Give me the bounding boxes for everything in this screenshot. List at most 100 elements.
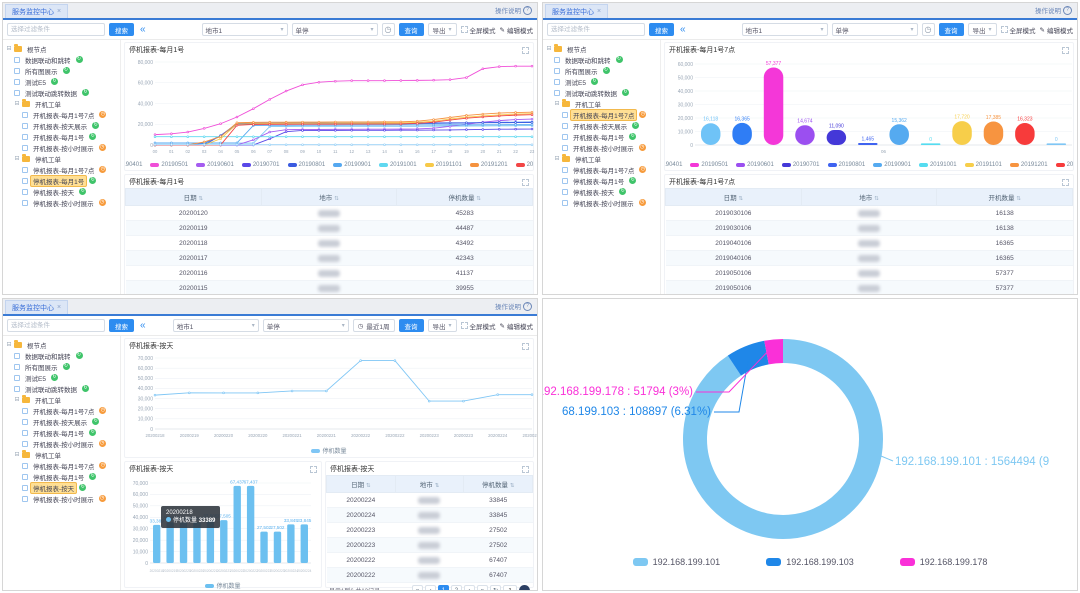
tree-item[interactable]: 所有图展示 ↻ bbox=[546, 65, 660, 76]
tree-item[interactable]: 开机报表-每月1号7点 ◷ bbox=[546, 108, 660, 121]
tree-checkbox[interactable] bbox=[562, 199, 568, 206]
legend-item[interactable]: 20191101 bbox=[964, 162, 1002, 168]
tree-expander-icon[interactable]: ⊟ bbox=[14, 155, 20, 162]
legend-item[interactable]: 20200101 bbox=[1055, 162, 1073, 168]
tree-item[interactable]: ⊟ 开机工单 bbox=[6, 394, 120, 405]
tree-item[interactable]: ⊟ 停机工单 bbox=[6, 449, 120, 460]
legend-item[interactable]: 20190901 bbox=[333, 162, 371, 168]
table-row[interactable]: 20200224 33845 bbox=[326, 492, 533, 508]
legend-item[interactable]: 20190601 bbox=[736, 162, 774, 168]
table-row[interactable]: 2019040106 16365 bbox=[665, 250, 1073, 266]
sort-icon[interactable]: ⇅ bbox=[738, 196, 743, 202]
tree-item[interactable]: 开机报表-每月1号7点 ◷ bbox=[6, 405, 120, 416]
tree-item[interactable]: 停机报表-每月1号7点 ◷ bbox=[6, 164, 120, 175]
table-row[interactable]: 20200222 67407 bbox=[326, 552, 533, 568]
tree-expander-icon[interactable]: ⊟ bbox=[14, 396, 20, 403]
expand-chart-icon[interactable] bbox=[310, 465, 317, 473]
close-icon[interactable]: × bbox=[57, 8, 61, 15]
tree-item[interactable]: 所有图展示 ↻ bbox=[6, 361, 120, 372]
column-header[interactable]: 开机数量 ⇅ bbox=[936, 188, 1073, 206]
legend-item[interactable]: 20190701 bbox=[781, 162, 820, 168]
city-select[interactable]: 地市1 ▾ bbox=[172, 319, 259, 332]
sort-icon[interactable]: ⇅ bbox=[366, 483, 371, 489]
sort-icon[interactable]: ⇅ bbox=[476, 196, 481, 202]
type-select[interactable]: 单停 ▾ bbox=[291, 23, 378, 36]
table-row[interactable]: 20200118 43492 bbox=[125, 235, 533, 251]
tree-checkbox[interactable] bbox=[562, 177, 568, 184]
tree-item[interactable]: 停机报表-每月1号7点 ◷ bbox=[6, 460, 120, 471]
tree-checkbox[interactable] bbox=[22, 429, 28, 436]
tree-item[interactable]: 停机报表-每月1号 ↻ bbox=[546, 175, 660, 186]
city-select[interactable]: 地市1 ▾ bbox=[741, 23, 828, 36]
filter-input[interactable] bbox=[547, 23, 645, 36]
tree-item[interactable]: 停机报表-按天 ↻ bbox=[546, 186, 660, 197]
table-row[interactable]: 2019050106 57377 bbox=[665, 265, 1073, 281]
page-button[interactable]: « bbox=[411, 585, 423, 590]
legend-item[interactable]: 20190801 bbox=[287, 162, 325, 168]
tree-item[interactable]: 停机报表-按天 ↻ bbox=[6, 481, 120, 494]
table-row[interactable]: 20200120 45283 bbox=[125, 205, 533, 221]
table-row[interactable]: 20200223 27502 bbox=[326, 522, 533, 538]
legend-item[interactable]: 20191001 bbox=[378, 162, 417, 168]
table-row[interactable]: 2019030106 16138 bbox=[665, 205, 1073, 221]
tree-checkbox[interactable] bbox=[22, 407, 28, 414]
tree-checkbox[interactable] bbox=[22, 484, 28, 491]
legend-item[interactable]: 192.168.199.101 bbox=[632, 557, 720, 567]
edit-mode-button[interactable]: ✎ 编辑模式 bbox=[1040, 25, 1073, 35]
tree-checkbox[interactable] bbox=[562, 188, 568, 195]
tree-checkbox[interactable] bbox=[22, 133, 28, 140]
collapse-sidebar-icon[interactable]: « bbox=[680, 24, 686, 35]
tree-item[interactable]: 数据联动和跳转 ↻ bbox=[546, 54, 660, 65]
tree-checkbox[interactable] bbox=[14, 385, 20, 392]
page-button[interactable]: › bbox=[463, 585, 475, 590]
query-button[interactable]: 查询 bbox=[398, 319, 424, 332]
tree-checkbox[interactable] bbox=[22, 122, 28, 129]
tree-checkbox[interactable] bbox=[562, 166, 568, 173]
legend-item[interactable]: 20190801 bbox=[827, 162, 865, 168]
tree-item[interactable]: ⊟ 开机工单 bbox=[546, 98, 660, 109]
column-header[interactable]: 停机数量 ⇅ bbox=[463, 475, 533, 493]
column-header[interactable]: 停机数量 ⇅ bbox=[396, 188, 533, 206]
edit-mode-button[interactable]: ✎ 编辑模式 bbox=[500, 25, 533, 35]
tree-checkbox[interactable] bbox=[22, 188, 28, 195]
tree-checkbox[interactable] bbox=[562, 122, 568, 129]
column-header[interactable]: 日期 ⇅ bbox=[665, 188, 802, 206]
tab-service-monitor-center[interactable]: 服务监控中心 × bbox=[5, 300, 69, 314]
tree-item[interactable]: 开机报表-按小时展示 ◷ bbox=[6, 142, 120, 153]
tree-checkbox[interactable] bbox=[554, 78, 560, 85]
tree-checkbox[interactable] bbox=[554, 67, 560, 74]
tree-checkbox[interactable] bbox=[22, 111, 28, 118]
table-row[interactable]: 20200119 44487 bbox=[125, 220, 533, 236]
expand-chart-icon[interactable] bbox=[522, 46, 529, 54]
query-button[interactable]: 查询 bbox=[398, 23, 424, 36]
export-button[interactable]: 导出 ▾ bbox=[427, 23, 457, 36]
sort-icon[interactable]: ⇅ bbox=[874, 196, 879, 202]
legend-item[interactable]: 20191201 bbox=[1009, 162, 1048, 168]
tree-item[interactable]: 开机报表-每月1号 ↻ bbox=[546, 131, 660, 142]
tree-checkbox[interactable] bbox=[562, 133, 568, 140]
table-row[interactable]: 20200115 39955 bbox=[125, 280, 533, 294]
tree-checkbox[interactable] bbox=[22, 473, 28, 480]
type-select[interactable]: 单停 ▾ bbox=[831, 23, 918, 36]
tree-item[interactable]: 开机报表-按天展示 ↻ bbox=[6, 120, 120, 131]
help-link[interactable]: 操作说明? bbox=[1035, 5, 1072, 15]
search-button[interactable]: 搜索 bbox=[109, 23, 134, 36]
tree-checkbox[interactable] bbox=[14, 67, 20, 74]
expand-table-icon[interactable] bbox=[522, 465, 529, 473]
legend-item[interactable]: 20190501 bbox=[150, 162, 188, 168]
help-link[interactable]: 操作说明? bbox=[495, 301, 532, 311]
sort-icon[interactable]: ⇅ bbox=[435, 483, 440, 489]
legend-item[interactable]: 20191101 bbox=[424, 162, 462, 168]
tree-checkbox[interactable] bbox=[22, 199, 28, 206]
tree-expander-icon[interactable]: ⊟ bbox=[14, 100, 20, 107]
legend-item[interactable]: 192.168.199.178 bbox=[899, 557, 987, 567]
tree-item[interactable]: 开机报表-每月1号 ↻ bbox=[6, 427, 120, 438]
table-row[interactable]: 2019030106 16138 bbox=[665, 220, 1073, 236]
tree-item[interactable]: ⊟ 开机工单 bbox=[6, 98, 120, 109]
tree-checkbox[interactable] bbox=[562, 111, 568, 118]
tree-item[interactable]: ⊟ 停机工单 bbox=[6, 153, 120, 164]
query-button[interactable]: 查询 bbox=[938, 23, 964, 36]
page-button[interactable]: ‹ bbox=[424, 585, 436, 590]
tree-item[interactable]: 数据联动和跳转 ↻ bbox=[6, 54, 120, 65]
sort-icon[interactable]: ⇅ bbox=[510, 483, 515, 489]
